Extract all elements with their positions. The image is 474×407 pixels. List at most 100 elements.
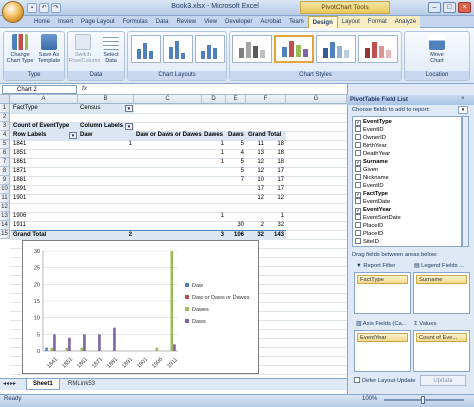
pivot-cell[interactable]: 17 — [246, 185, 266, 194]
column-header-b[interactable]: B — [78, 95, 134, 104]
field-item[interactable]: PlaceID — [355, 230, 383, 238]
values-chip-count[interactable]: Count of Eve... — [416, 333, 467, 342]
values-label-cell[interactable]: Count of EventType — [11, 122, 78, 131]
column-header-f[interactable]: F — [246, 95, 286, 104]
field-checkbox[interactable] — [355, 214, 361, 220]
field-item[interactable]: DeathYear — [355, 150, 390, 158]
name-box[interactable]: Chart 2 — [2, 85, 77, 94]
pivot-cell[interactable]: 1 — [78, 140, 134, 149]
chart-layout-3-thumbnail[interactable] — [195, 35, 225, 63]
field-checkbox[interactable] — [355, 142, 361, 148]
field-checkbox[interactable] — [355, 174, 361, 180]
row-label-1871[interactable]: 1871 — [11, 167, 78, 176]
field-item[interactable]: EventID — [355, 182, 384, 190]
field-checkbox[interactable] — [355, 182, 361, 188]
values-zone[interactable]: Count of Eve... — [413, 330, 470, 372]
field-item[interactable]: ✓ EventType — [355, 118, 392, 126]
defer-layout-update[interactable]: Defer Layout Update — [354, 377, 416, 384]
tab-design[interactable]: Design — [307, 16, 338, 28]
chart-layout-2-thumbnail[interactable] — [163, 35, 193, 63]
field-item[interactable]: ✓ FactType — [355, 190, 388, 198]
pivot-cell[interactable]: 10 — [246, 176, 266, 185]
update-button[interactable]: Update — [420, 375, 466, 386]
pivot-cell[interactable]: 11 — [246, 140, 266, 149]
row-header-4[interactable]: 4 — [0, 131, 10, 140]
chart-layout-1-thumbnail[interactable] — [131, 35, 161, 63]
tab-analyze[interactable]: Analyze — [390, 16, 421, 28]
pivot-cell[interactable]: 12 — [266, 194, 286, 203]
report-filter-zone[interactable]: FactType — [354, 272, 411, 314]
pivot-cell[interactable]: 12 — [246, 158, 266, 167]
row-label-1851[interactable]: 1851 — [11, 149, 78, 158]
grand-total-cell[interactable]: 2 — [78, 230, 134, 239]
column-header-g[interactable]: G — [286, 95, 347, 104]
defer-checkbox[interactable] — [354, 377, 360, 383]
field-checkbox[interactable] — [355, 238, 361, 244]
pivot-cell[interactable]: 12 — [246, 167, 266, 176]
row-header-15[interactable]: 15 — [0, 230, 10, 239]
pivot-chart[interactable]: 0 5 10 15 20 25 30 1841 1851 1861 1871 1881 1891 1901… — [22, 240, 259, 374]
row-label-1906[interactable]: 1906 — [11, 212, 78, 221]
tab-developer[interactable]: Developer — [221, 16, 256, 28]
chart-style-1-thumbnail[interactable] — [232, 35, 272, 63]
field-checkbox[interactable] — [355, 230, 361, 236]
tab-data[interactable]: Data — [152, 16, 173, 28]
column-header-e[interactable]: E — [226, 95, 246, 104]
field-checkbox[interactable] — [355, 222, 361, 228]
row-label-1841[interactable]: 1841 — [11, 140, 78, 149]
pivot-cell[interactable]: 5 — [226, 140, 246, 149]
minimize-icon[interactable]: – — [428, 2, 441, 13]
field-item[interactable]: OwnerID — [355, 134, 386, 142]
field-item[interactable]: EventID — [355, 126, 384, 134]
row-labels-cell[interactable]: Row Labels — [11, 131, 78, 140]
pivot-cell[interactable]: 17 — [266, 176, 286, 185]
row-header-5[interactable]: 5 — [0, 140, 10, 149]
column-header-a[interactable]: A — [10, 95, 78, 104]
chart-style-4-thumbnail[interactable] — [358, 35, 398, 63]
move-chart-button[interactable]: Move Chart — [423, 34, 451, 64]
filter-chip-facttype[interactable]: FactType — [357, 275, 408, 284]
tab-formulas[interactable]: Formulas — [119, 16, 152, 28]
pivot-cell[interactable]: 1 — [202, 212, 226, 221]
field-checkbox[interactable] — [355, 126, 361, 132]
pivot-cell[interactable]: 2 — [246, 221, 266, 230]
maximize-icon[interactable]: □ — [443, 2, 456, 13]
tab-team[interactable]: Team — [285, 16, 308, 28]
tab-review[interactable]: Review — [172, 16, 200, 28]
pivot-cell[interactable]: 5 — [226, 167, 246, 176]
row-header-9[interactable]: 9 — [0, 176, 10, 185]
row-header-6[interactable]: 6 — [0, 149, 10, 158]
field-item[interactable]: EventSortDate — [355, 214, 401, 222]
select-all-corner[interactable] — [0, 95, 10, 104]
grand-total-cell[interactable]: 3 — [202, 230, 226, 239]
row-header-13[interactable]: 13 — [0, 212, 10, 221]
row-header-14[interactable]: 14 — [0, 221, 10, 230]
grand-total-cell[interactable] — [134, 230, 202, 239]
pivot-cell[interactable]: 17 — [266, 185, 286, 194]
field-checkbox[interactable] — [355, 150, 361, 156]
row-header-2[interactable]: 2 — [0, 113, 10, 122]
pivot-cell[interactable]: 12 — [246, 194, 266, 203]
pivot-cell[interactable]: 17 — [266, 167, 286, 176]
tab-layout[interactable]: Layout — [337, 16, 364, 28]
undo-icon[interactable]: ↶ — [39, 3, 49, 13]
field-item[interactable]: PlaceID — [355, 222, 383, 230]
row-header-3[interactable]: 3 — [0, 122, 10, 131]
field-item[interactable]: BirthYear — [355, 142, 387, 150]
close-icon[interactable]: × — [458, 2, 471, 13]
row-header-10[interactable]: 10 — [0, 185, 10, 194]
field-item[interactable]: SiteID — [355, 238, 379, 246]
field-list-scrollbar[interactable] — [462, 116, 469, 247]
zoom-level[interactable]: 100% — [362, 396, 377, 402]
pane-close-icon[interactable]: × — [461, 96, 465, 102]
field-checkbox[interactable] — [355, 198, 361, 204]
pivot-cell[interactable]: 18 — [266, 149, 286, 158]
legend-chip-surname[interactable]: Surname — [416, 275, 467, 284]
axis-fields-zone[interactable]: EventYear — [354, 330, 411, 372]
sheet-tab-rmlink53[interactable]: RMLink53 — [62, 379, 101, 390]
pivot-cell[interactable]: 5 — [226, 158, 246, 167]
grand-total-label[interactable]: Grand Total — [11, 230, 78, 239]
tab-insert[interactable]: Insert — [54, 16, 77, 28]
grand-total-cell[interactable]: 143 — [266, 230, 286, 239]
pivot-cell[interactable]: 18 — [266, 140, 286, 149]
